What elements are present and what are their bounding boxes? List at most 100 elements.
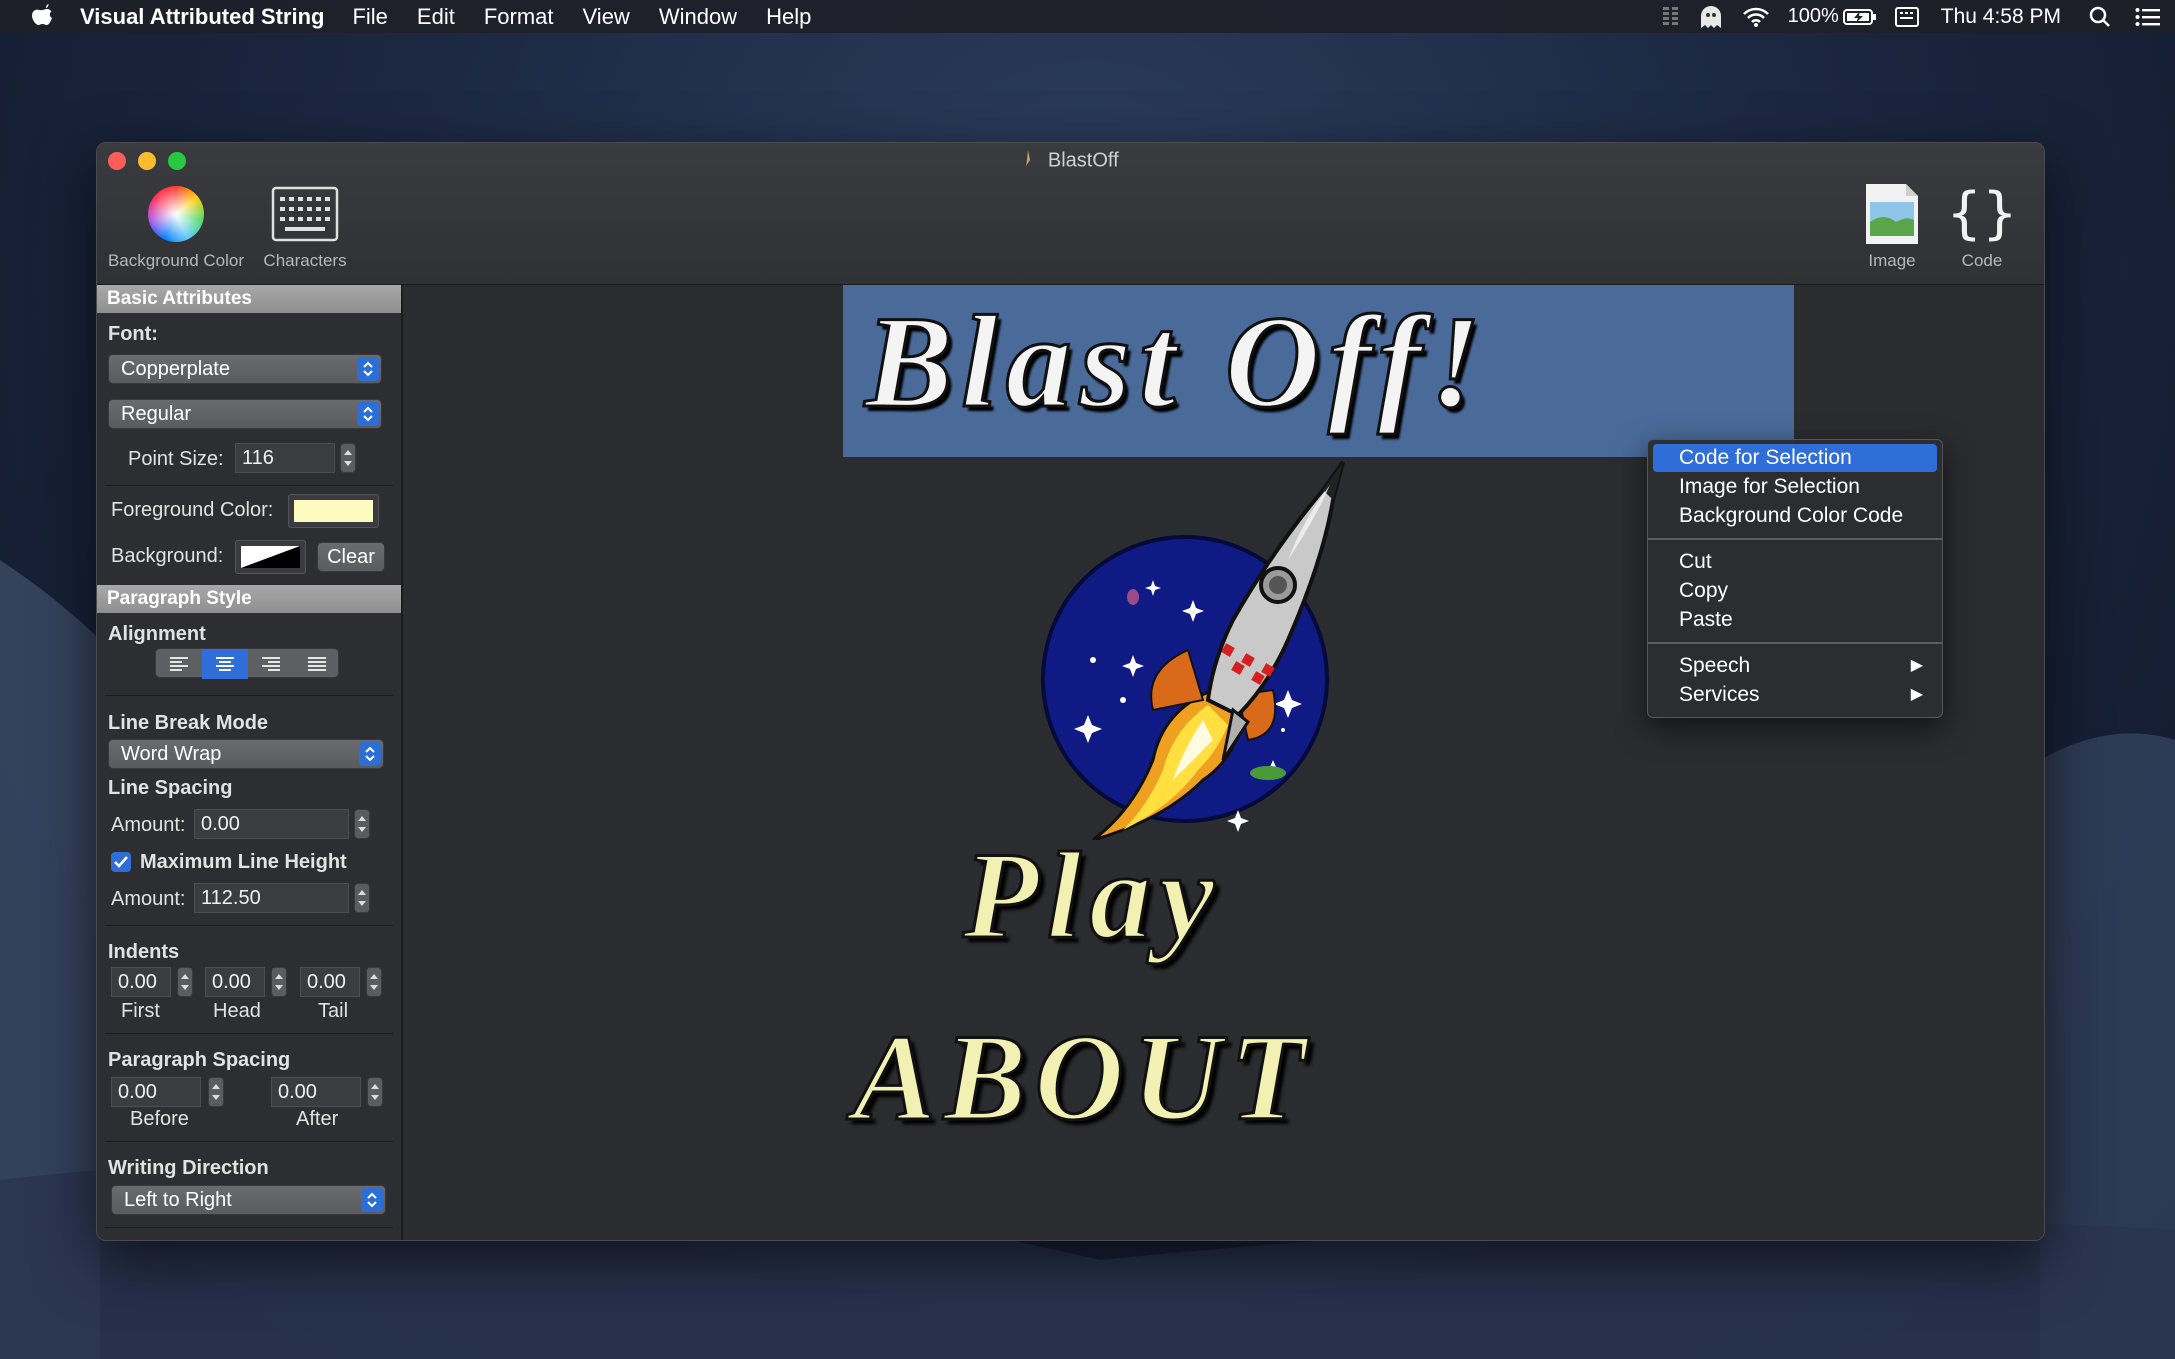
font-style-popup[interactable]: Regular — [108, 399, 382, 429]
line-spacing-stepper[interactable] — [354, 809, 370, 839]
background-label: Background: — [111, 545, 224, 567]
play-menu-text[interactable]: Play — [961, 825, 1222, 967]
help-menu[interactable]: Help — [766, 4, 811, 30]
menu-item-cut[interactable]: Cut — [1653, 548, 1937, 576]
code-label: Code — [1961, 251, 2003, 270]
file-menu[interactable]: File — [352, 4, 387, 30]
line-spacing-amount-field[interactable]: 0.00 — [194, 809, 349, 839]
background-color-well[interactable] — [235, 540, 306, 574]
menu-item-label: Paste — [1679, 608, 1733, 631]
menu-item-code-for-selection[interactable]: Code for Selection — [1653, 444, 1937, 472]
submenu-arrow-icon: ▶ — [1910, 657, 1923, 674]
indent-first-field[interactable]: 0.00 — [111, 967, 171, 997]
max-line-height-stepper[interactable] — [354, 883, 370, 913]
menu-separator — [1648, 642, 1942, 644]
chevron-updown-icon — [357, 402, 379, 426]
view-menu[interactable]: View — [583, 4, 630, 30]
clear-background-button[interactable]: Clear — [317, 542, 385, 572]
wifi-icon[interactable] — [1742, 6, 1770, 28]
max-line-height-label: Maximum Line Height — [140, 851, 347, 873]
characters-label: Characters — [263, 251, 347, 270]
line-break-mode-value: Word Wrap — [121, 743, 222, 765]
curly-braces-icon: {} — [1946, 181, 2018, 246]
writing-direction-label: Writing Direction — [108, 1157, 269, 1179]
point-size-field[interactable]: 116 — [235, 443, 335, 473]
document-proxy-icon[interactable] — [1022, 148, 1034, 174]
divider — [105, 485, 393, 486]
menu-item-label: Copy — [1679, 579, 1729, 602]
foreground-color-swatch — [294, 500, 373, 522]
line-break-mode-popup[interactable]: Word Wrap — [108, 739, 384, 769]
max-line-height-checkbox[interactable] — [111, 852, 131, 872]
point-size-label: Point Size: — [128, 448, 224, 470]
spacing-before-stepper[interactable] — [208, 1077, 224, 1107]
alignment-label: Alignment — [108, 623, 206, 645]
align-right-button[interactable] — [248, 649, 294, 679]
point-size-stepper[interactable] — [340, 443, 356, 473]
text-canvas[interactable]: Blast Off! Play ABOUT — [403, 285, 2044, 1240]
indent-head-field[interactable]: 0.00 — [205, 967, 265, 997]
indent-tail-field[interactable]: 0.00 — [300, 967, 360, 997]
indent-first-stepper[interactable] — [177, 967, 193, 997]
spacing-after-stepper[interactable] — [367, 1077, 383, 1107]
font-family-popup[interactable]: Copperplate — [108, 354, 382, 384]
align-center-button[interactable] — [202, 649, 248, 679]
menu-item-paste[interactable]: Paste — [1653, 606, 1937, 634]
chevron-updown-icon — [361, 1188, 383, 1212]
edit-menu[interactable]: Edit — [417, 4, 455, 30]
menu-separator — [1648, 538, 1942, 540]
ghost-icon[interactable] — [1698, 4, 1724, 30]
no-color-swatch — [241, 546, 300, 568]
font-family-value: Copperplate — [121, 358, 230, 380]
keyboard-input-icon[interactable] — [1894, 6, 1919, 28]
align-center-icon — [216, 657, 234, 671]
font-label: Font: — [108, 323, 158, 345]
about-menu-text[interactable]: ABOUT — [851, 1007, 1313, 1149]
align-justify-button[interactable] — [294, 649, 340, 679]
divider — [105, 1033, 393, 1034]
divider — [105, 925, 393, 926]
menu-item-image-for-selection[interactable]: Image for Selection — [1653, 473, 1937, 501]
align-left-button[interactable] — [156, 649, 202, 679]
app-name-menu[interactable]: Visual Attributed String — [80, 4, 324, 30]
line-break-mode-label: Line Break Mode — [108, 712, 269, 734]
characters-toolbar-button[interactable]: Characters — [255, 183, 355, 271]
align-right-icon — [262, 657, 280, 671]
notification-center-icon[interactable] — [2135, 7, 2161, 27]
stack-status-icon[interactable] — [1662, 5, 1680, 29]
attributes-inspector: Basic Attributes Font: Copperplate Regul… — [97, 285, 403, 1240]
code-toolbar-button[interactable]: {} Code — [1946, 183, 2017, 271]
foreground-color-well[interactable] — [288, 494, 379, 528]
spacing-before-field[interactable]: 0.00 — [111, 1077, 201, 1107]
background-color-label: Background Color — [107, 251, 245, 270]
indent-tail-label: Tail — [318, 1000, 349, 1022]
blast-off-title-text[interactable]: Blast Off! — [864, 285, 1489, 438]
menu-item-background-color-code[interactable]: Background Color Code — [1653, 502, 1937, 530]
battery-percent[interactable]: 100% — [1788, 5, 1839, 28]
chevron-updown-icon — [357, 357, 379, 381]
writing-direction-popup[interactable]: Left to Right — [111, 1185, 386, 1215]
indent-head-stepper[interactable] — [271, 967, 287, 997]
max-line-height-amount-field[interactable]: 112.50 — [194, 883, 349, 913]
basic-attributes-header[interactable]: Basic Attributes — [97, 285, 401, 313]
indent-first-label: First — [121, 1000, 160, 1022]
indent-head-label: Head — [213, 1000, 261, 1022]
format-menu[interactable]: Format — [484, 4, 554, 30]
menu-item-speech[interactable]: Speech ▶ — [1653, 652, 1937, 680]
spacing-after-field[interactable]: 0.00 — [271, 1077, 361, 1107]
paragraph-style-header[interactable]: Paragraph Style — [97, 585, 401, 613]
apple-menu-icon[interactable] — [22, 0, 62, 33]
divider — [105, 1227, 393, 1228]
menu-item-copy[interactable]: Copy — [1653, 577, 1937, 605]
indent-tail-stepper[interactable] — [366, 967, 382, 997]
menu-item-label: Services — [1679, 683, 1760, 706]
spotlight-search-icon[interactable] — [2089, 6, 2111, 28]
background-color-toolbar-button[interactable]: Background Color — [107, 183, 245, 271]
clock[interactable]: Thu 4:58 PM — [1941, 5, 2061, 29]
menu-item-services[interactable]: Services ▶ — [1653, 681, 1937, 709]
battery-icon[interactable] — [1842, 8, 1877, 26]
alignment-segmented-control — [155, 648, 340, 679]
rocket-logo-image[interactable] — [1033, 460, 1373, 840]
window-menu[interactable]: Window — [659, 4, 737, 30]
image-toolbar-button[interactable]: Image — [1857, 183, 1927, 271]
